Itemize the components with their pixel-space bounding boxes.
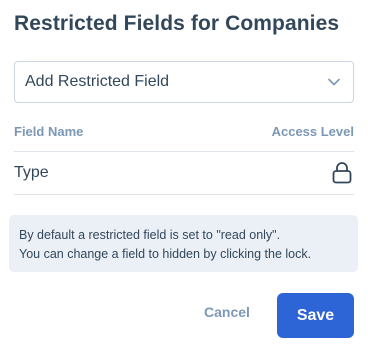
- row-field-name: Type: [14, 164, 49, 181]
- table-header: Field Name Access Level: [14, 124, 354, 139]
- select-value: Add Restricted Field: [25, 73, 170, 90]
- divider: [14, 194, 354, 195]
- info-line-1: By default a restricted field is set to …: [19, 228, 281, 242]
- restricted-fields-dialog: Restricted Fields for Companies Add Rest…: [0, 0, 368, 352]
- lock-icon[interactable]: [331, 161, 353, 185]
- dialog-title: Restricted Fields for Companies: [14, 12, 340, 35]
- header-access-level: Access Level: [271, 124, 354, 139]
- save-button[interactable]: Save: [277, 293, 354, 338]
- add-restricted-field-select[interactable]: Add Restricted Field: [14, 61, 354, 103]
- info-message: By default a restricted field is set to …: [9, 215, 358, 272]
- header-field-name: Field Name: [14, 124, 84, 139]
- table-row: Type: [14, 152, 354, 194]
- info-line-2: You can change a field to hidden by clic…: [19, 247, 312, 261]
- cancel-button[interactable]: Cancel: [204, 304, 250, 320]
- chevron-down-icon: [327, 75, 341, 89]
